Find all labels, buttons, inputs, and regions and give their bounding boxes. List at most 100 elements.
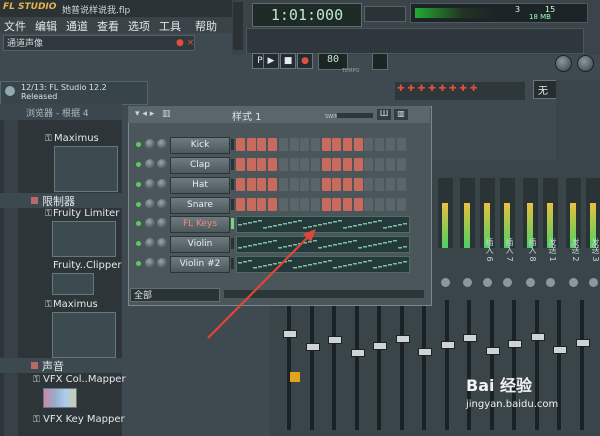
song-position-display[interactable]: 1:01:000 xyxy=(252,3,362,27)
browser-item-fruity-clipper[interactable]: Fruity..Clipper xyxy=(53,260,122,271)
step-button[interactable] xyxy=(257,178,267,191)
mixer-pan-knob[interactable] xyxy=(441,278,450,287)
step-button[interactable] xyxy=(343,198,352,211)
step-button[interactable] xyxy=(332,198,342,211)
wave-mode-knob[interactable] xyxy=(577,55,594,72)
browser-item-fruity-limiter[interactable]: Fruity Limiter xyxy=(53,208,119,219)
keyboard-icon[interactable]: ▥ xyxy=(394,109,408,120)
step-button[interactable] xyxy=(300,198,310,211)
step-button[interactable] xyxy=(246,138,256,151)
mixer-pan-knob[interactable] xyxy=(569,278,578,287)
step-button[interactable] xyxy=(385,178,395,191)
channel-volume-knob[interactable] xyxy=(157,159,167,169)
mixer-pan-knob[interactable] xyxy=(526,278,535,287)
channel-pan-knob[interactable] xyxy=(145,258,155,268)
mixer-pan-knob[interactable] xyxy=(463,278,472,287)
step-button[interactable] xyxy=(321,138,331,151)
browser-folder-sound[interactable]: 声音 xyxy=(0,358,122,373)
graph-editor-icon[interactable]: Ш xyxy=(377,109,391,120)
step-button[interactable] xyxy=(396,198,406,211)
pattern-number-display[interactable] xyxy=(372,53,388,70)
send-switch-icon[interactable] xyxy=(290,372,300,382)
step-button[interactable] xyxy=(396,138,406,151)
channel-volume-knob[interactable] xyxy=(157,199,167,209)
channel-name-button[interactable]: Hat xyxy=(170,177,230,194)
shortcut-icons[interactable]: ✚ ✚ ✚ ✚ ✚ ✚ ✚ ✚ xyxy=(397,84,477,94)
step-button[interactable] xyxy=(375,158,385,171)
mixer-pan-knob[interactable] xyxy=(546,278,555,287)
channel-select-indicator[interactable] xyxy=(231,258,234,269)
rack-options-icon[interactable]: ▾ ◂ ▸ xyxy=(135,109,154,119)
channel-name-button[interactable]: Violin #2 xyxy=(170,256,230,273)
step-button[interactable] xyxy=(396,158,406,171)
channel-select-indicator[interactable] xyxy=(231,218,234,229)
browser-item-vfx-color-mapper[interactable]: VFX Col..Mapper xyxy=(43,374,126,385)
step-button[interactable] xyxy=(289,138,299,151)
channel-filter-select[interactable]: 全部 xyxy=(130,288,220,302)
mixer-fader[interactable] xyxy=(396,335,410,343)
step-button[interactable] xyxy=(375,198,385,211)
step-button[interactable] xyxy=(246,158,256,171)
step-button[interactable] xyxy=(364,158,374,171)
channel-pan-knob[interactable] xyxy=(145,159,155,169)
menu-help[interactable]: 帮助 xyxy=(195,18,217,34)
step-button[interactable] xyxy=(257,158,267,171)
channel-mute-led[interactable] xyxy=(136,142,141,147)
step-button[interactable] xyxy=(268,158,278,171)
mixer-fader[interactable] xyxy=(351,349,365,357)
step-button[interactable] xyxy=(236,178,245,191)
mixer-fader[interactable] xyxy=(486,347,500,355)
step-button[interactable] xyxy=(246,198,256,211)
step-button[interactable] xyxy=(289,198,299,211)
step-button[interactable] xyxy=(343,158,352,171)
step-button[interactable] xyxy=(321,158,331,171)
play-button[interactable]: ▶ xyxy=(263,53,279,69)
step-button[interactable] xyxy=(385,158,395,171)
step-button[interactable] xyxy=(364,178,374,191)
menu-edit[interactable]: 编辑 xyxy=(35,18,57,34)
mixer-fader[interactable] xyxy=(463,334,477,342)
channel-mute-led[interactable] xyxy=(136,241,141,246)
step-button[interactable] xyxy=(278,138,288,151)
channel-name-button[interactable]: Violin xyxy=(170,236,230,253)
step-button[interactable] xyxy=(310,158,320,171)
step-button[interactable] xyxy=(343,178,352,191)
step-button[interactable] xyxy=(353,138,363,151)
step-button[interactable] xyxy=(300,158,310,171)
channel-select-indicator[interactable] xyxy=(231,139,234,150)
channel-pan-knob[interactable] xyxy=(145,199,155,209)
mixer-fader[interactable] xyxy=(531,333,545,341)
step-button[interactable] xyxy=(268,178,278,191)
step-button[interactable] xyxy=(289,158,299,171)
step-button[interactable] xyxy=(364,198,374,211)
step-button[interactable] xyxy=(332,138,342,151)
time-mode-toggle[interactable] xyxy=(364,6,406,22)
step-button[interactable] xyxy=(310,178,320,191)
channel-select-indicator[interactable] xyxy=(231,238,234,249)
menu-channels[interactable]: 通道 xyxy=(66,18,88,34)
recording-filter-knob[interactable] xyxy=(555,55,572,72)
stop-button[interactable]: ■ xyxy=(280,53,296,69)
channel-volume-knob[interactable] xyxy=(157,139,167,149)
channel-select-indicator[interactable] xyxy=(231,159,234,170)
step-button[interactable] xyxy=(257,138,267,151)
mixer-fader[interactable] xyxy=(418,348,432,356)
step-button[interactable] xyxy=(364,138,374,151)
piano-roll-preview[interactable] xyxy=(236,256,410,273)
rack-graph-icon[interactable]: ▥ xyxy=(162,109,171,119)
step-button[interactable] xyxy=(278,158,288,171)
menu-file[interactable]: 文件 xyxy=(4,18,26,34)
step-button[interactable] xyxy=(310,198,320,211)
step-button[interactable] xyxy=(268,198,278,211)
step-button[interactable] xyxy=(278,178,288,191)
step-button[interactable] xyxy=(353,198,363,211)
browser-item-maximus-2[interactable]: Maximus xyxy=(53,299,98,310)
menu-options[interactable]: 选项 xyxy=(128,18,150,34)
mixer-fader[interactable] xyxy=(306,343,320,351)
browser-item-maximus[interactable]: Maximus xyxy=(54,133,99,144)
channel-mute-led[interactable] xyxy=(136,202,141,207)
channel-mute-led[interactable] xyxy=(136,221,141,226)
channel-select-indicator[interactable] xyxy=(231,179,234,190)
step-button[interactable] xyxy=(236,198,245,211)
channel-pan-knob[interactable] xyxy=(145,238,155,248)
